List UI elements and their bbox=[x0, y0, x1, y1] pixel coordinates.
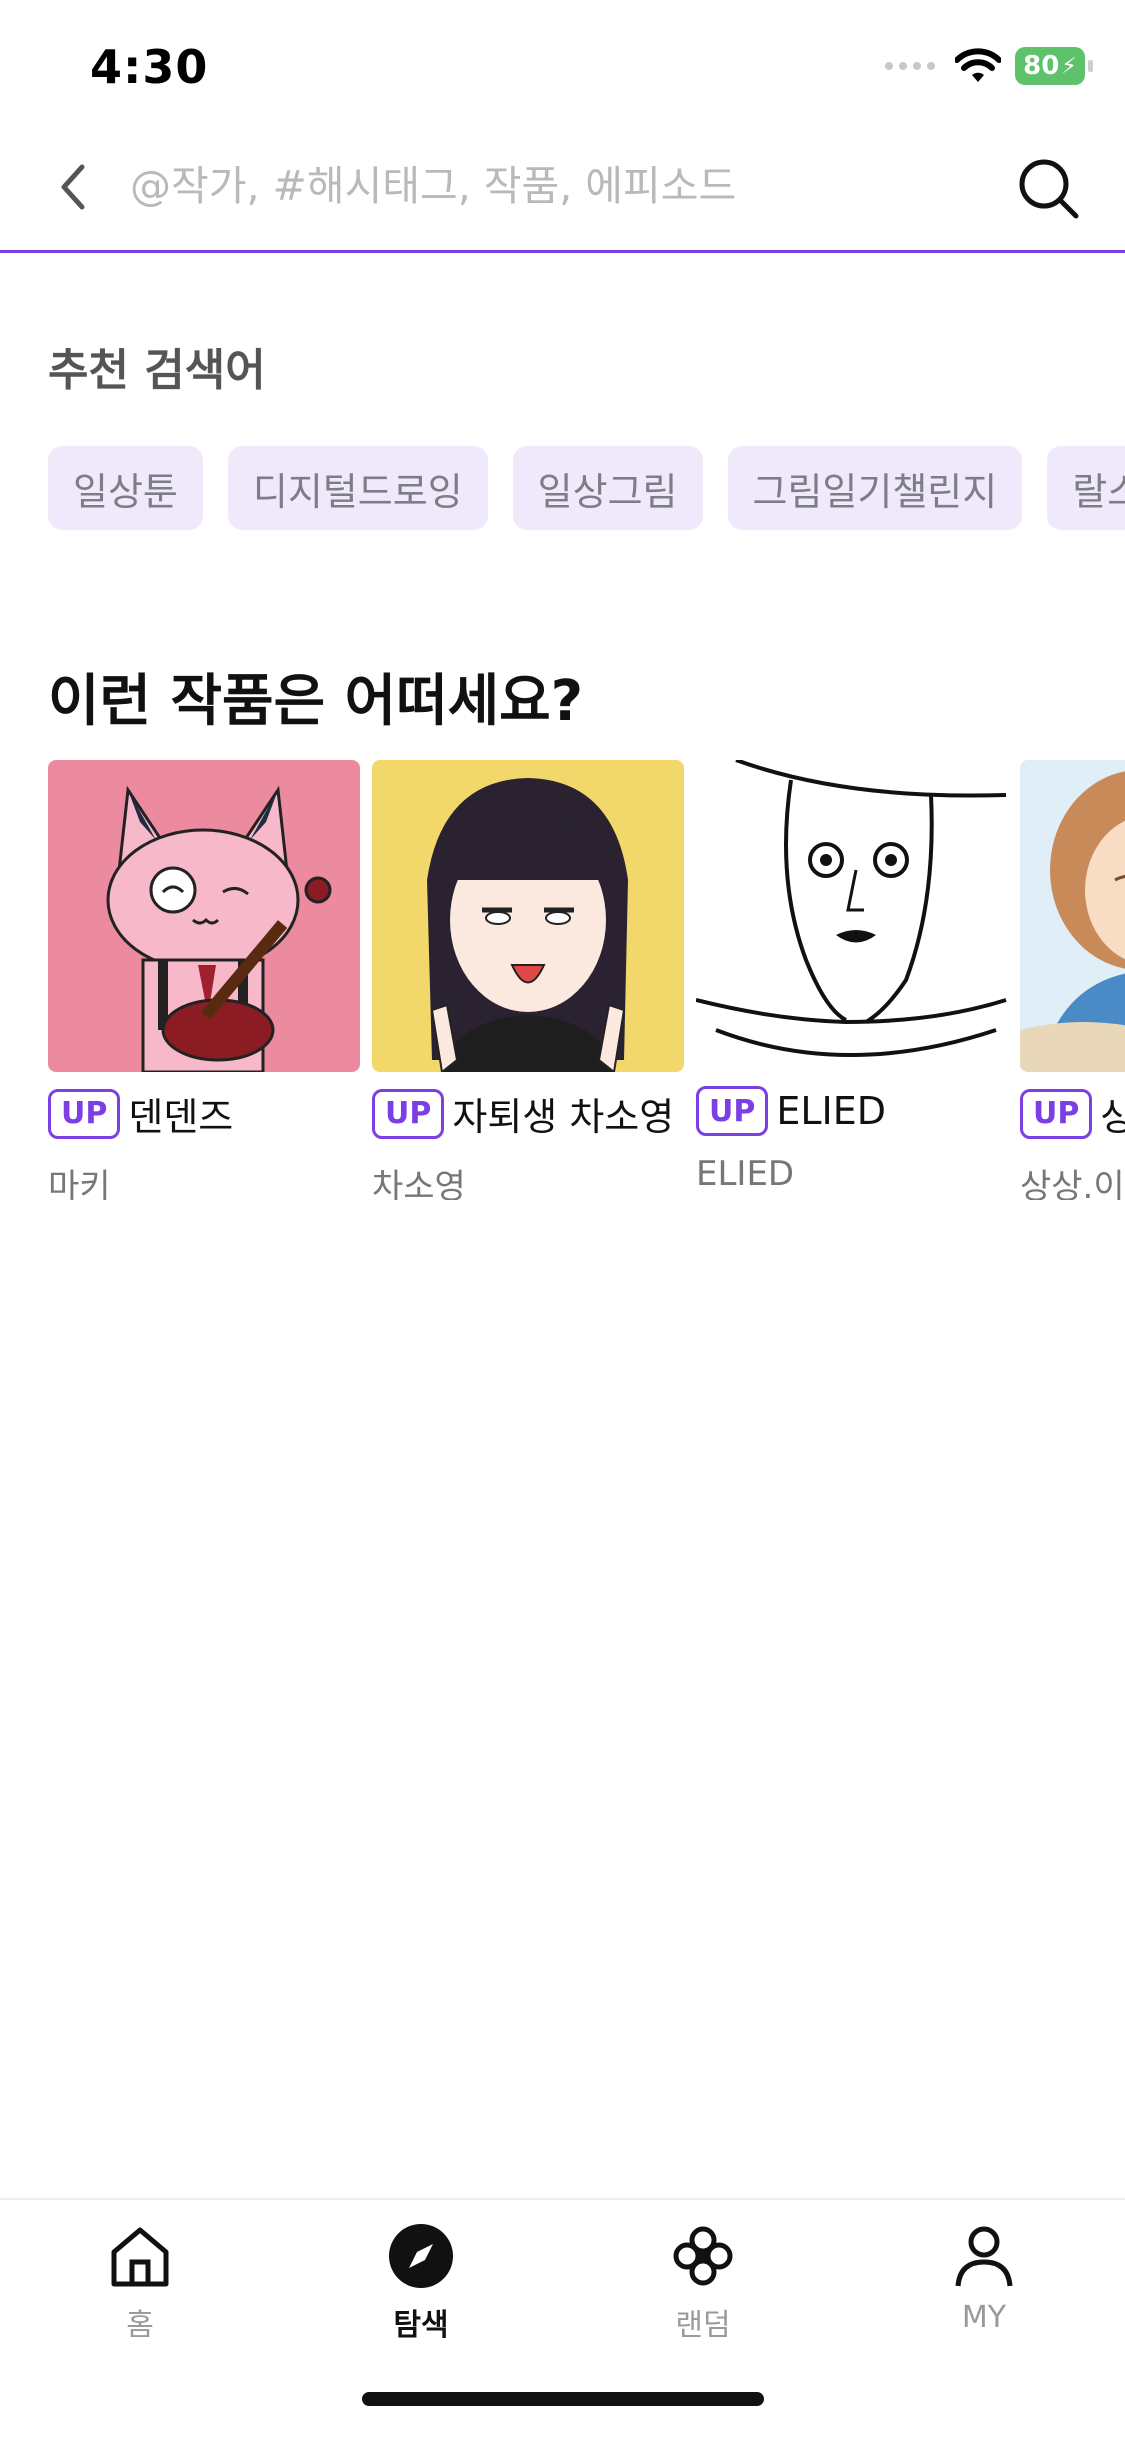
work-title-row: UP 덴덴즈 bbox=[48, 1086, 360, 1141]
up-badge: UP bbox=[696, 1086, 769, 1136]
compass-icon bbox=[389, 2224, 453, 2288]
keyword-chip[interactable]: 그림일기챌린지 bbox=[727, 446, 1023, 530]
status-icons: 80 ⚡ bbox=[885, 46, 1093, 86]
nav-item-explore[interactable]: 탐색 bbox=[321, 2220, 521, 2344]
keyword-chips: 일상툰 디지털드로잉 일상그림 그림일기챌린지 랄스 bbox=[48, 446, 1125, 532]
work-author[interactable]: ELIED bbox=[696, 1154, 1008, 1194]
back-button[interactable] bbox=[48, 152, 98, 222]
keyword-chip[interactable]: 디지털드로잉 bbox=[227, 446, 488, 530]
nav-item-my[interactable]: MY bbox=[884, 2220, 1084, 2335]
nav-label-my: MY bbox=[961, 2300, 1007, 2335]
search-icon bbox=[1019, 159, 1079, 219]
wifi-icon bbox=[955, 48, 1001, 82]
signal-icon bbox=[885, 62, 935, 70]
work-card[interactable]: UP 자퇴생 차소영 차소영 bbox=[372, 760, 684, 1200]
work-thumbnail[interactable] bbox=[48, 760, 360, 1072]
recommended-keywords-title: 추천 검색어 bbox=[48, 345, 266, 396]
nav-label-random: 랜덤 bbox=[675, 2308, 731, 2343]
keyword-chip[interactable]: 일상툰 bbox=[48, 446, 203, 530]
work-title[interactable]: 자퇴생 차소영 bbox=[452, 1086, 674, 1141]
home-indicator bbox=[362, 2392, 764, 2406]
work-title[interactable]: ELIED bbox=[776, 1089, 886, 1133]
work-title-row: UP 상 bbox=[1020, 1086, 1125, 1141]
works-carousel: UP 덴덴즈 마키 UP 자퇴생 차소영 차소영 UP ELIED ELIED … bbox=[48, 760, 1125, 1200]
clover-icon bbox=[673, 2226, 733, 2286]
up-badge: UP bbox=[48, 1088, 121, 1139]
status-time: 4:30 bbox=[90, 40, 209, 94]
status-bar: 4:30 80 ⚡ bbox=[0, 0, 1125, 130]
work-card[interactable]: UP ELIED ELIED bbox=[696, 760, 1008, 1200]
nav-item-home[interactable]: 홈 bbox=[40, 2220, 240, 2344]
work-thumbnail[interactable] bbox=[372, 760, 684, 1072]
work-thumbnail[interactable] bbox=[696, 760, 1008, 1072]
work-thumbnail[interactable] bbox=[1020, 760, 1125, 1072]
nav-label-explore: 탐색 bbox=[393, 2308, 449, 2343]
work-card[interactable]: UP 덴덴즈 마키 bbox=[48, 760, 360, 1200]
up-badge: UP bbox=[372, 1088, 445, 1139]
work-author[interactable]: 상상.이상 bbox=[1020, 1159, 1125, 1200]
person-icon bbox=[955, 2226, 1013, 2287]
work-title[interactable]: 덴덴즈 bbox=[128, 1086, 233, 1141]
battery-icon: 80 ⚡ bbox=[1015, 47, 1093, 85]
chevron-left-icon bbox=[61, 164, 85, 210]
search-input[interactable] bbox=[130, 150, 990, 222]
nav-item-random[interactable]: 랜덤 bbox=[603, 2220, 803, 2344]
up-badge: UP bbox=[1020, 1088, 1093, 1139]
home-icon bbox=[111, 2227, 169, 2287]
search-button[interactable] bbox=[1010, 150, 1086, 226]
work-author[interactable]: 마키 bbox=[48, 1159, 360, 1200]
work-title-row: UP 자퇴생 차소영 bbox=[372, 1086, 684, 1141]
nav-label-home: 홈 bbox=[126, 2308, 154, 2343]
work-author[interactable]: 차소영 bbox=[372, 1159, 684, 1200]
recommended-works-title: 이런 작품은 어떠세요? bbox=[48, 669, 584, 734]
search-underline bbox=[0, 250, 1125, 253]
battery-level: 80 bbox=[1023, 51, 1060, 81]
work-title[interactable]: 상 bbox=[1100, 1086, 1125, 1141]
work-card[interactable]: UP 상 상상.이상 bbox=[1020, 760, 1125, 1200]
keyword-chip[interactable]: 랄스 bbox=[1047, 446, 1125, 530]
work-title-row: UP ELIED bbox=[696, 1086, 1008, 1136]
keyword-chip[interactable]: 일상그림 bbox=[512, 446, 703, 530]
